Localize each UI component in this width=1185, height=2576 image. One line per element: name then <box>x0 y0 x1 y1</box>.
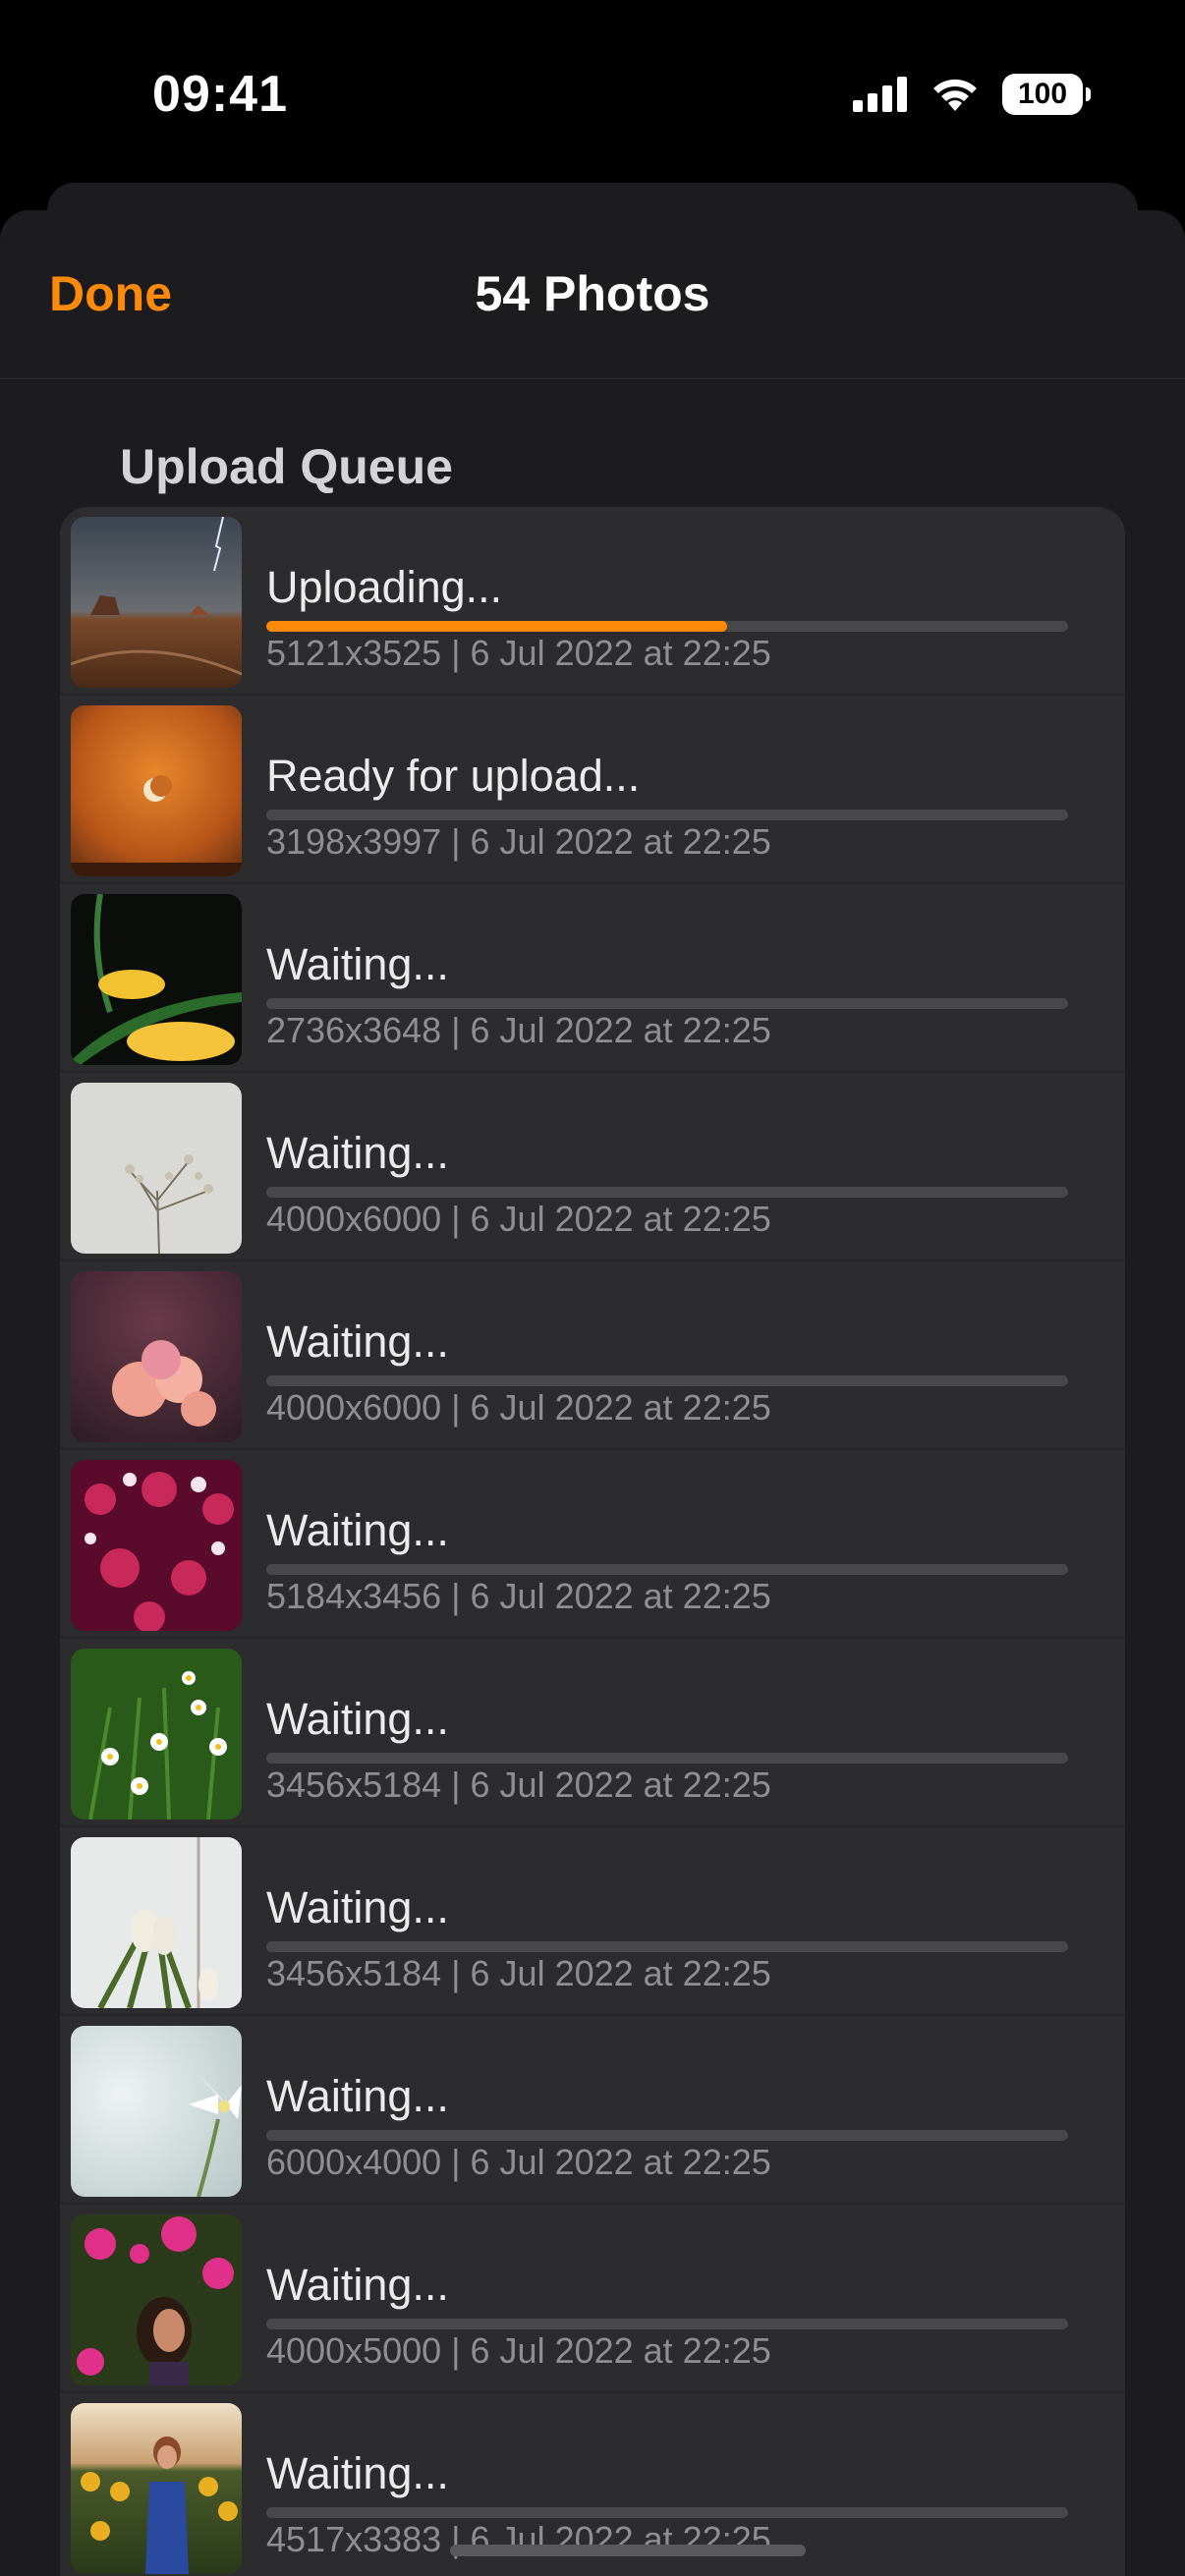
photo-meta: 5184x3456 | 6 Jul 2022 at 22:25 <box>266 1576 771 1616</box>
photo-meta: 4000x5000 | 6 Jul 2022 at 22:25 <box>266 2330 771 2371</box>
photo-thumbnail <box>71 517 242 688</box>
nav-bar: Done 54 Photos <box>0 210 1185 379</box>
upload-sheet: Done 54 Photos Upload Queue Uploading...… <box>0 210 1185 2576</box>
photo-meta: 3198x3997 | 6 Jul 2022 at 22:25 <box>266 821 771 862</box>
photo-thumbnail <box>71 1083 242 1254</box>
photo-meta: 4000x6000 | 6 Jul 2022 at 22:25 <box>266 1387 771 1428</box>
photo-thumbnail <box>71 894 242 1065</box>
photo-meta: 3456x5184 | 6 Jul 2022 at 22:25 <box>266 1764 771 1805</box>
photo-thumbnail <box>71 1271 242 1442</box>
photo-thumbnail <box>71 1837 242 2008</box>
photo-thumbnail <box>71 2026 242 2197</box>
photo-meta: 5121x3525 | 6 Jul 2022 at 22:25 <box>266 633 771 673</box>
queue-row[interactable]: Waiting... 4000x6000 | 6 Jul 2022 at 22:… <box>60 1073 1125 1261</box>
upload-progress-bar <box>266 998 1068 1009</box>
upload-status: Waiting... <box>266 2071 449 2121</box>
upload-progress-bar <box>266 1753 1068 1764</box>
upload-progress-bar <box>266 810 1068 820</box>
photo-meta: 4000x6000 | 6 Jul 2022 at 22:25 <box>266 1199 771 1239</box>
upload-status: Waiting... <box>266 2260 449 2310</box>
status-bar: 09:41 100 <box>0 0 1185 187</box>
photo-meta: 3456x5184 | 6 Jul 2022 at 22:25 <box>266 1953 771 1993</box>
queue-row[interactable]: Waiting... 6000x4000 | 6 Jul 2022 at 22:… <box>60 2016 1125 2205</box>
upload-status: Waiting... <box>266 1505 449 1555</box>
upload-progress-bar <box>266 2130 1068 2141</box>
status-time: 09:41 <box>152 66 288 123</box>
upload-status: Waiting... <box>266 939 449 989</box>
upload-progress-bar <box>266 1187 1068 1198</box>
queue-row[interactable]: Waiting... 2736x3648 | 6 Jul 2022 at 22:… <box>60 884 1125 1073</box>
photo-thumbnail <box>71 705 242 876</box>
photo-thumbnail <box>71 1649 242 1820</box>
status-icons: 100 <box>853 73 1091 116</box>
queue-row[interactable]: Waiting... 4000x5000 | 6 Jul 2022 at 22:… <box>60 2205 1125 2393</box>
upload-status: Waiting... <box>266 1316 449 1367</box>
photo-thumbnail <box>71 2403 242 2574</box>
upload-status: Waiting... <box>266 1694 449 1744</box>
queue-row[interactable]: Uploading... 5121x3525 | 6 Jul 2022 at 2… <box>60 507 1125 696</box>
upload-progress-bar <box>266 1564 1068 1575</box>
upload-status: Waiting... <box>266 1882 449 1932</box>
queue-row[interactable]: Waiting... 3456x5184 | 6 Jul 2022 at 22:… <box>60 1827 1125 2016</box>
upload-progress-bar <box>266 621 1068 632</box>
upload-progress-bar <box>266 1941 1068 1952</box>
queue-row[interactable]: Waiting... 4000x6000 | 6 Jul 2022 at 22:… <box>60 1261 1125 1450</box>
upload-progress-bar <box>266 2507 1068 2518</box>
photo-meta: 6000x4000 | 6 Jul 2022 at 22:25 <box>266 2142 771 2182</box>
queue-row[interactable]: Ready for upload... 3198x3997 | 6 Jul 20… <box>60 696 1125 884</box>
queue-row[interactable]: Waiting... 3456x5184 | 6 Jul 2022 at 22:… <box>60 1639 1125 1827</box>
photo-thumbnail <box>71 2214 242 2385</box>
upload-status: Ready for upload... <box>266 751 641 801</box>
upload-queue-list: Uploading... 5121x3525 | 6 Jul 2022 at 2… <box>60 507 1125 2576</box>
photo-meta: 2736x3648 | 6 Jul 2022 at 22:25 <box>266 1010 771 1050</box>
section-header-upload-queue: Upload Queue <box>120 439 453 494</box>
upload-status: Waiting... <box>266 2448 449 2498</box>
home-indicator <box>450 2545 806 2556</box>
upload-progress-fill <box>266 621 728 632</box>
upload-status: Waiting... <box>266 1128 449 1178</box>
upload-progress-bar <box>266 1375 1068 1386</box>
nav-title: 54 Photos <box>475 266 710 321</box>
battery-icon: 100 <box>1002 74 1091 115</box>
photo-thumbnail <box>71 1460 242 1631</box>
upload-status: Uploading... <box>266 562 503 612</box>
cellular-signal-icon <box>853 77 907 112</box>
upload-progress-bar <box>266 2319 1068 2329</box>
wifi-icon <box>933 79 977 111</box>
queue-row[interactable]: Waiting... 5184x3456 | 6 Jul 2022 at 22:… <box>60 1450 1125 1639</box>
